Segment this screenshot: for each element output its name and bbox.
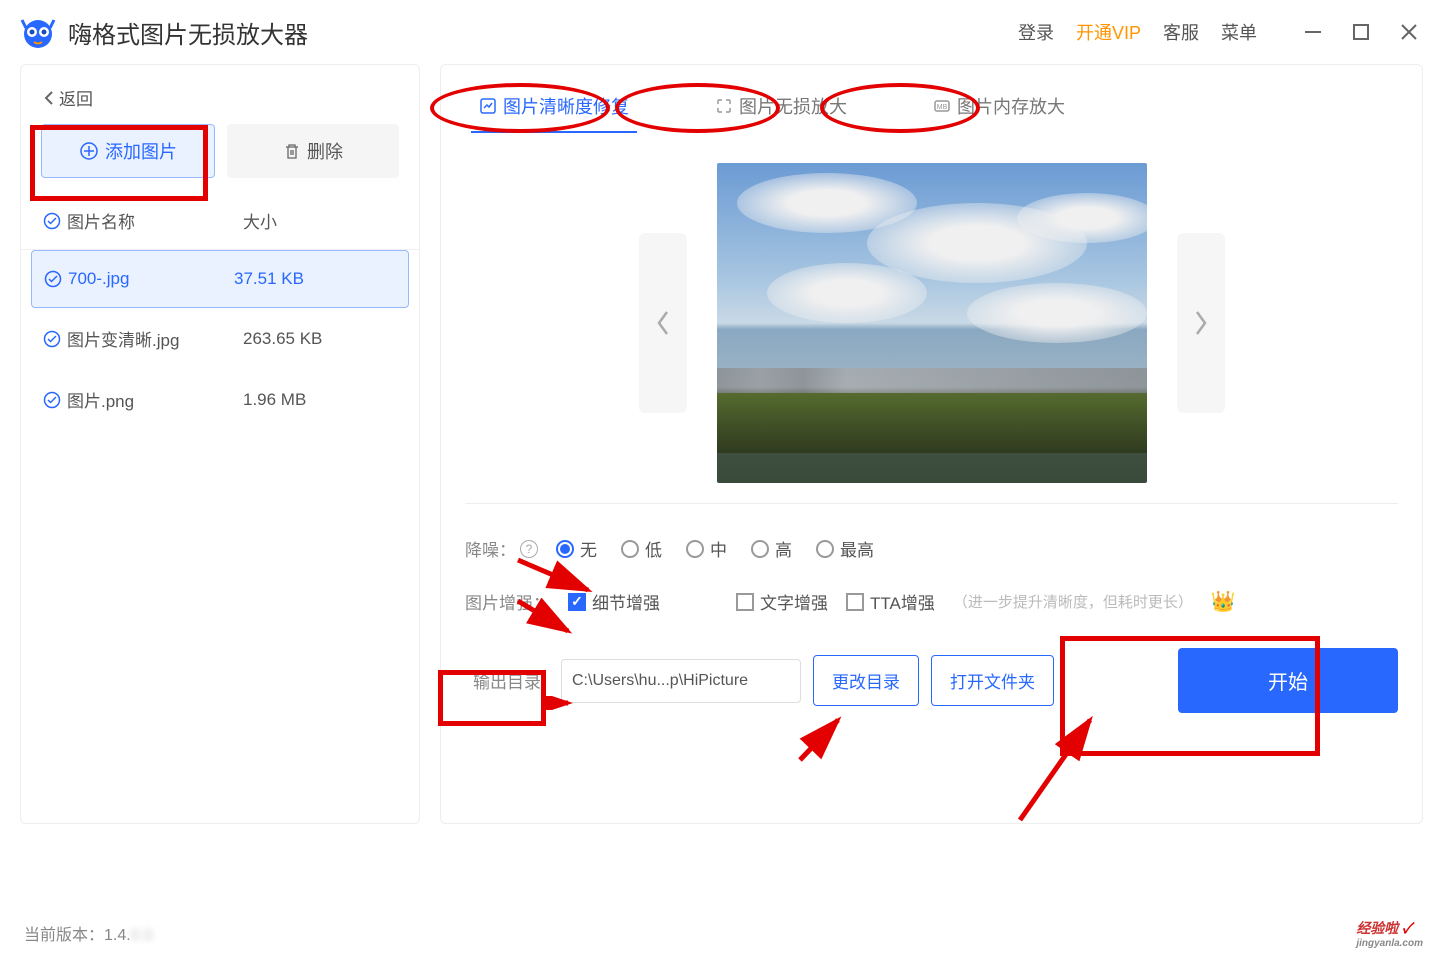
- radio-icon: [621, 540, 639, 558]
- back-label: 返回: [59, 85, 93, 110]
- add-image-button[interactable]: 添加图片: [41, 124, 215, 178]
- tta-enhance-checkbox[interactable]: TTA增强: [846, 589, 935, 614]
- file-row[interactable]: 图片变清晰.jpg 263.65 KB: [21, 308, 419, 369]
- tab-icon: MB: [933, 97, 951, 115]
- file-size: 37.51 KB: [234, 269, 304, 289]
- vip-link[interactable]: 开通VIP: [1076, 19, 1141, 45]
- checkbox-icon: [568, 593, 586, 611]
- app-title: 嗨格式图片无损放大器: [68, 15, 308, 50]
- check-circle-icon: [43, 212, 61, 230]
- tab-clarity[interactable]: 图片清晰度修复: [471, 89, 637, 123]
- tab-label: 图片清晰度修复: [503, 93, 629, 119]
- file-row[interactable]: 图片.png 1.96 MB: [21, 369, 419, 430]
- noise-option-高[interactable]: 高: [751, 536, 792, 561]
- support-link[interactable]: 客服: [1163, 19, 1199, 45]
- help-icon[interactable]: ?: [520, 540, 538, 558]
- file-size: 1.96 MB: [243, 390, 306, 410]
- delete-label: 删除: [307, 138, 343, 164]
- app-logo-icon: [20, 14, 56, 50]
- file-list-header: 图片名称 大小: [21, 192, 419, 250]
- detail-enhance-checkbox[interactable]: 细节增强: [568, 589, 660, 614]
- noise-label: 降噪： ?: [465, 536, 538, 561]
- file-name: 700-.jpg: [68, 269, 129, 289]
- start-button[interactable]: 开始: [1178, 648, 1398, 713]
- file-name: 图片变清晰.jpg: [67, 326, 179, 351]
- header-name-label: 图片名称: [67, 208, 135, 233]
- content-panel: 图片清晰度修复图片无损放大MB图片内存放大 降噪：: [440, 64, 1423, 824]
- output-path-field[interactable]: C:\Users\hu...p\HiPicture: [561, 659, 801, 703]
- file-row[interactable]: 700-.jpg 37.51 KB: [31, 250, 409, 308]
- tab-icon: [479, 97, 497, 115]
- noise-options-row: 降噪： ? 无低中高最高: [465, 522, 1398, 575]
- login-link[interactable]: 登录: [1018, 19, 1054, 45]
- plus-circle-icon: [79, 141, 99, 161]
- radio-icon: [556, 540, 574, 558]
- version-footer: 当前版本：1.4.0.0: [24, 921, 153, 945]
- radio-icon: [686, 540, 704, 558]
- radio-icon: [816, 540, 834, 558]
- noise-option-最高[interactable]: 最高: [816, 536, 874, 561]
- checkbox-icon: [736, 593, 754, 611]
- radio-icon: [751, 540, 769, 558]
- check-circle-icon: [43, 391, 61, 409]
- add-image-label: 添加图片: [105, 138, 177, 164]
- maximize-button[interactable]: [1347, 18, 1375, 46]
- crown-icon: 👑: [1211, 589, 1236, 614]
- tab-icon: [715, 97, 733, 115]
- tab-label: 图片无损放大: [739, 93, 847, 119]
- checkbox-icon: [846, 593, 864, 611]
- close-button[interactable]: [1395, 18, 1423, 46]
- menu-link[interactable]: 菜单: [1221, 19, 1257, 45]
- back-button[interactable]: 返回: [21, 77, 419, 124]
- open-folder-button[interactable]: 打开文件夹: [931, 655, 1054, 706]
- svg-text:MB: MB: [937, 104, 948, 111]
- chevron-right-icon: [1191, 308, 1211, 338]
- file-size: 263.65 KB: [243, 329, 322, 349]
- text-enhance-checkbox[interactable]: 文字增强: [736, 589, 828, 614]
- file-name: 图片.png: [67, 387, 134, 412]
- check-circle-icon: [44, 270, 62, 288]
- enhance-hint: （进一步提升清晰度，但耗时更长）: [953, 591, 1193, 612]
- tab-label: 图片内存放大: [957, 93, 1065, 119]
- output-label: 输出目录: [465, 656, 549, 705]
- change-directory-button[interactable]: 更改目录: [813, 655, 919, 706]
- next-image-button[interactable]: [1177, 233, 1225, 413]
- noise-option-无[interactable]: 无: [556, 536, 597, 561]
- enhance-options-row: 图片增强： 细节增强 文字增强 TTA增强 （进一步提升清晰度，但耗时更长） 👑: [465, 575, 1398, 628]
- tab-upscale[interactable]: 图片无损放大: [707, 89, 855, 123]
- delete-button[interactable]: 删除: [227, 124, 399, 178]
- header-size-label: 大小: [243, 208, 277, 233]
- minimize-button[interactable]: [1299, 18, 1327, 46]
- chevron-left-icon: [653, 308, 673, 338]
- prev-image-button[interactable]: [639, 233, 687, 413]
- trash-icon: [283, 142, 301, 160]
- sidebar: 返回 添加图片 删除 图片名称 大小 700-.jpg 37.51 KB 图片变清晰…: [20, 64, 420, 824]
- enhance-label: 图片增强：: [465, 589, 550, 614]
- image-preview: [717, 163, 1147, 483]
- noise-option-低[interactable]: 低: [621, 536, 662, 561]
- check-circle-icon: [43, 330, 61, 348]
- watermark: 经验啦 ✓ jingyanla.com: [1356, 918, 1423, 949]
- noise-option-中[interactable]: 中: [686, 536, 727, 561]
- tab-memory[interactable]: MB 图片内存放大: [925, 89, 1073, 123]
- chevron-left-icon: [43, 90, 55, 106]
